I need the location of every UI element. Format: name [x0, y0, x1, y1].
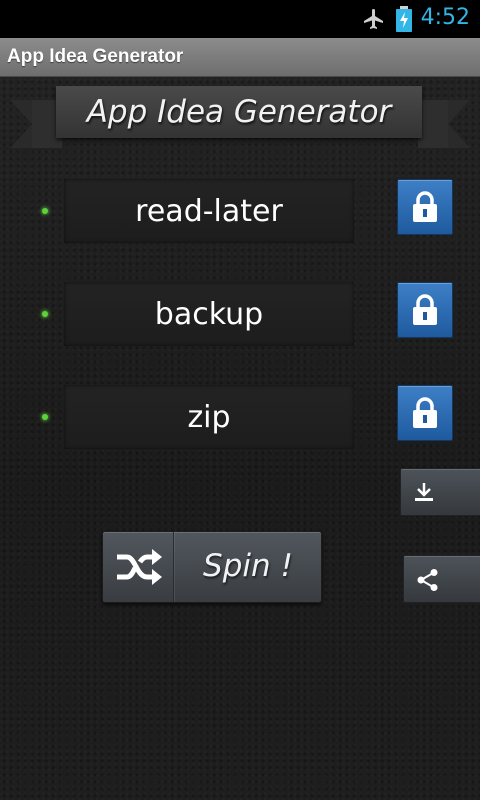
lock-icon [413, 397, 437, 428]
word-box: read-later [64, 179, 354, 243]
word-box: zip [64, 385, 354, 449]
spin-divider [173, 532, 174, 602]
lock-icon [413, 191, 437, 222]
ribbon-tail-right [448, 100, 470, 148]
active-indicator [42, 311, 48, 317]
lock-icon [413, 294, 437, 325]
idea-row: zip [0, 385, 480, 449]
idea-word: read-later [135, 194, 283, 229]
banner-title: App Idea Generator [86, 94, 392, 130]
battery-charging-icon [396, 6, 412, 32]
shuffle-icon [117, 549, 162, 585]
lock-button[interactable] [397, 385, 453, 441]
app-title: App Idea Generator [7, 46, 184, 67]
share-button[interactable] [403, 555, 480, 603]
ribbon-main: App Idea Generator [56, 86, 422, 138]
download-button[interactable] [400, 468, 480, 516]
lock-button[interactable] [397, 179, 453, 235]
idea-row: read-later [0, 179, 480, 243]
idea-word: backup [154, 297, 264, 332]
active-indicator [42, 414, 48, 420]
title-banner: App Idea Generator [10, 86, 470, 152]
idea-row: backup [0, 282, 480, 346]
status-bar: 4:52 [0, 0, 480, 38]
spin-button[interactable]: Spin ! [102, 531, 322, 603]
airplane-icon [364, 9, 383, 29]
ribbon-tail-left [10, 100, 32, 148]
status-clock: 4:52 [420, 5, 470, 30]
spin-label: Spin ! [203, 548, 293, 584]
active-indicator [42, 208, 48, 214]
action-bar: App Idea Generator [0, 38, 480, 77]
share-icon [417, 569, 438, 591]
download-icon [415, 483, 433, 501]
ribbon-tail-right-body [418, 100, 448, 148]
word-box: backup [64, 282, 354, 346]
idea-word: zip [187, 400, 231, 435]
lock-button[interactable] [397, 282, 453, 338]
